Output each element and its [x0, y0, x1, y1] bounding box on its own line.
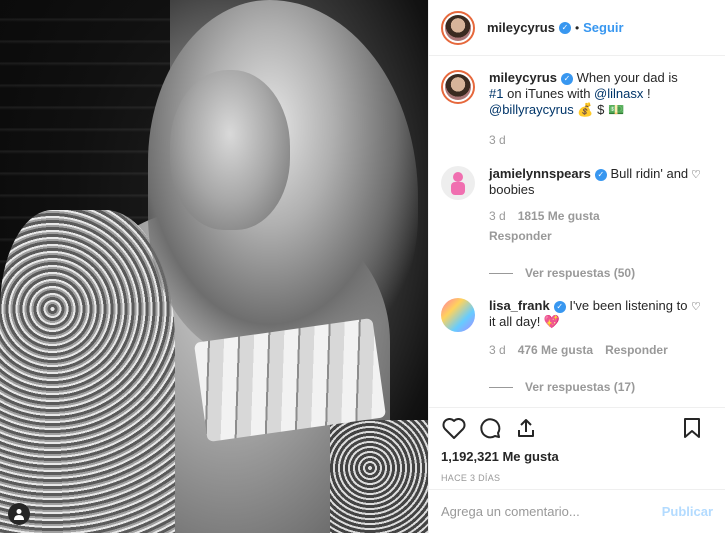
reply-button[interactable]: Responder [605, 342, 668, 358]
sequin-jacket-left [0, 210, 175, 533]
verified-badge-icon: ✓ [553, 301, 566, 313]
caption-avatar[interactable] [441, 70, 475, 104]
comment-actions: Responder [489, 228, 689, 244]
comment-like-heart-icon[interactable]: ♡ [691, 168, 703, 181]
caption-meta: 3 d [489, 132, 689, 148]
comment-meta: 3 d 476 Me gusta Responder [489, 342, 689, 358]
verified-badge-icon: ✓ [560, 73, 573, 85]
header-separator: • [574, 20, 580, 35]
bookmark-icon[interactable] [679, 415, 705, 441]
author-avatar[interactable] [441, 10, 475, 45]
caption-text-2: on iTunes with [507, 86, 595, 101]
comment-input[interactable] [441, 504, 662, 519]
comment-row: lisa_frank ✓ I've been listening to it al… [441, 298, 709, 358]
add-comment-bar: Publicar [429, 489, 725, 533]
like-heart-icon[interactable] [441, 415, 467, 441]
person-icon [14, 509, 24, 520]
tagged-user-icon[interactable] [8, 503, 30, 525]
comment-likes[interactable]: 1815 Me gusta [518, 208, 600, 224]
comment-avatar[interactable] [441, 166, 475, 200]
publish-button[interactable]: Publicar [662, 504, 713, 519]
instagram-post: mileycyrus ✓ • Seguir mileycyrus ✓ When y… [0, 0, 725, 533]
pink-figure-icon [451, 172, 465, 195]
reply-button[interactable]: Responder [489, 228, 552, 244]
caption-time[interactable]: 3 d [489, 132, 506, 148]
comment-body: lisa_frank ✓ I've been listening to it al… [489, 298, 689, 358]
view-replies-label[interactable]: Ver respuestas (50) [525, 266, 635, 280]
caption-username[interactable]: mileycyrus [489, 70, 557, 85]
post-photo[interactable] [0, 0, 428, 533]
post-time[interactable]: HACE 3 DÍAS [429, 467, 725, 489]
post-header: mileycyrus ✓ • Seguir [429, 0, 725, 56]
comment-meta: 3 d 1815 Me gusta [489, 208, 689, 224]
photo-face [170, 70, 290, 230]
comment-time[interactable]: 3 d [489, 208, 506, 224]
view-replies[interactable]: Ver respuestas (50) [489, 266, 709, 280]
comment-body: jamielynnspears ✓ Bull ridin' and boobies… [489, 166, 689, 244]
sequin-jacket-right [330, 420, 428, 533]
likes-count[interactable]: 1,192,321 Me gusta [429, 447, 725, 467]
comment-bubble-icon[interactable] [477, 415, 503, 441]
verified-badge-icon: ✓ [558, 21, 571, 34]
caption-text-3: ! [643, 86, 651, 101]
comment-time[interactable]: 3 d [489, 342, 506, 358]
caption-emojis: 💰 $ 💵 [577, 102, 625, 117]
comment-username[interactable]: jamielynnspears [489, 166, 591, 181]
view-replies-label[interactable]: Ver respuestas (17) [525, 380, 635, 394]
comment-avatar[interactable] [441, 298, 475, 332]
caption-row: mileycyrus ✓ When your dad is #1 on iTune… [441, 70, 709, 148]
comment-like-heart-icon[interactable]: ♡ [691, 300, 703, 313]
post-actions [429, 407, 725, 447]
comments-list[interactable]: mileycyrus ✓ When your dad is #1 on iTune… [429, 56, 725, 407]
comment-likes[interactable]: 476 Me gusta [518, 342, 593, 358]
author-username[interactable]: mileycyrus [487, 20, 555, 35]
comment-row: jamielynnspears ✓ Bull ridin' and boobies… [441, 166, 709, 244]
caption-hashtag[interactable]: #1 [489, 86, 503, 101]
caption-body: mileycyrus ✓ When your dad is #1 on iTune… [489, 70, 689, 148]
view-replies-line [489, 386, 513, 388]
verified-badge-icon: ✓ [594, 169, 607, 181]
caption-mention-billyraycyrus[interactable]: @billyraycyrus [489, 102, 574, 117]
caption-mention-lilnasx[interactable]: @lilnasx [594, 86, 643, 101]
comment-username[interactable]: lisa_frank [489, 298, 550, 313]
view-replies[interactable]: Ver respuestas (17) [489, 380, 709, 394]
caption-text-1: When your dad is [576, 70, 678, 85]
follow-button[interactable]: Seguir [583, 20, 623, 35]
view-replies-line [489, 272, 513, 274]
share-icon[interactable] [513, 415, 539, 441]
post-side-panel: mileycyrus ✓ • Seguir mileycyrus ✓ When y… [428, 0, 725, 533]
